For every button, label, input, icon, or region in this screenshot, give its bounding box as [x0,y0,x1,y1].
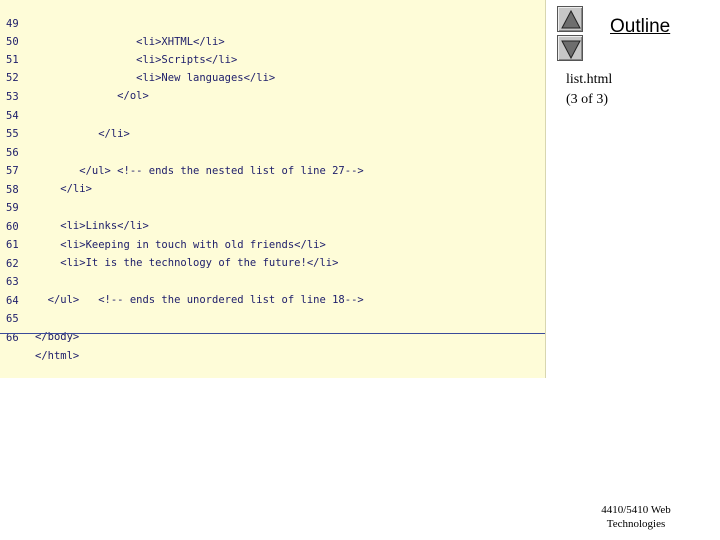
code-line: 55 [0,107,25,140]
code-line: 58 [0,163,25,196]
code-text: </ol> [35,90,149,102]
next-slide-button[interactable] [557,35,583,61]
code-text: </li> [35,183,92,195]
code-line: 66 </html> [0,311,79,362]
code-line: 62 [0,237,25,270]
code-text: <li>Keeping in touch with old friends</l… [35,239,326,251]
code-line: 52 </ol> [0,51,149,102]
code-bottom-divider [0,333,545,334]
code-text: </ul> <!-- ends the nested list of line … [35,165,364,177]
previous-slide-button[interactable] [557,6,583,32]
triangle-up-icon [561,9,581,29]
triangle-down-icon [561,40,581,60]
code-line: 56 </ul> <!-- ends the nested list of li… [0,126,364,177]
code-text: </body> [35,331,80,343]
outline-link[interactable]: Outline [610,16,670,38]
footer-line-1: 4410/5410 Web [601,504,671,516]
code-text: <li>Links</li> [35,220,149,232]
code-line: 50 <li>Scripts</li> [0,15,237,66]
code-line: 57 </li> [0,144,92,195]
code-text: </ul> <!-- ends the unordered list of li… [35,294,364,306]
line-number: 66 [6,332,19,344]
footer-line-2: Technologies [606,518,666,530]
page-indicator: (3 of 3) [566,92,608,107]
code-line: 51 <li>New languages</li> [0,33,275,84]
code-text: </li> [35,128,130,140]
course-footer: 4410/5410 Web Technologies [580,503,692,531]
code-text: <li>It is the technology of the future!<… [35,257,339,269]
file-name: list.html [566,72,613,87]
code-text: <li>XHTML</li> [35,36,225,48]
code-line: 60 <li>Keeping in touch with old friends… [0,200,326,251]
code-line: 49 <li>XHTML</li> [0,0,225,48]
code-line: 53 [0,70,25,103]
code-line: 63 </ul> <!-- ends the unordered list of… [0,255,364,306]
code-line: 61 <li>It is the technology of the futur… [0,218,338,269]
code-listing-panel: 49 <li>XHTML</li> 50 <li>Scripts</li> 51… [0,0,546,378]
code-text: </html> [35,350,80,362]
code-text: <li>Scripts</li> [35,54,238,66]
code-line: 64 [0,274,25,307]
code-text: <li>New languages</li> [35,72,276,84]
code-line: 59 <li>Links</li> [0,181,149,232]
code-line: 65 </body> [0,292,79,343]
code-line: 54 </li> [0,89,130,140]
